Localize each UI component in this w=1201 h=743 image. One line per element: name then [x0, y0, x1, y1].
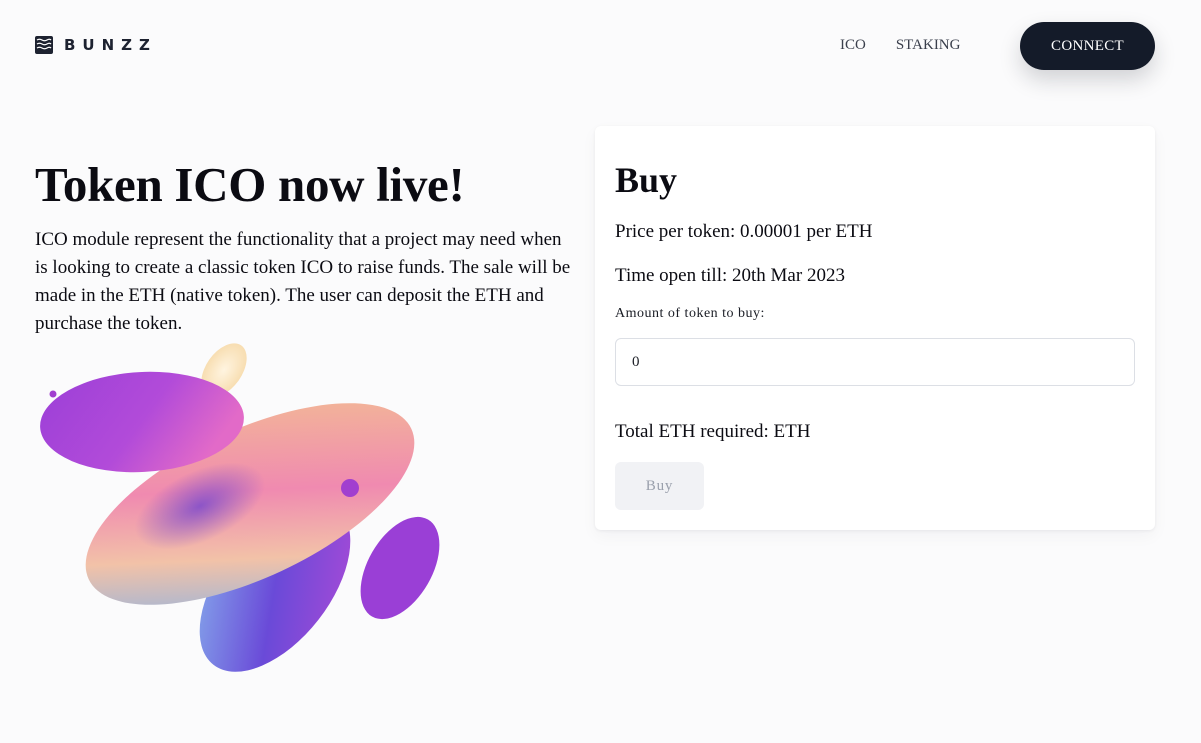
time-open-till: Time open till: 20th Mar 2023: [615, 265, 845, 286]
amount-label: Amount of token to buy:: [615, 306, 765, 321]
hero-description: ICO module represent the functionality t…: [35, 229, 571, 334]
page-title: Token ICO now live!: [35, 157, 465, 212]
hero-illustration: [40, 343, 440, 672]
nav-item-ico[interactable]: ICO: [840, 37, 866, 54]
connect-button[interactable]: CONNECT: [1020, 22, 1155, 70]
buy-card: Buy Price per token: 0.00001 per ETH Tim…: [595, 126, 1155, 530]
logo-text: BUNZZ: [64, 36, 157, 54]
amount-input[interactable]: [615, 338, 1135, 386]
nav-item-staking[interactable]: STAKING: [896, 37, 961, 54]
bunzz-logo-icon: [35, 36, 53, 54]
accent-dot: [341, 479, 359, 497]
buy-button[interactable]: Buy: [615, 462, 704, 510]
accent-dot: [49, 390, 57, 398]
logo[interactable]: BUNZZ: [35, 36, 157, 54]
buy-card-title: Buy: [615, 160, 678, 200]
small-purple-blob: [360, 516, 440, 620]
main-nav: ICO STAKING: [840, 37, 960, 54]
price-per-token: Price per token: 0.00001 per ETH: [615, 221, 873, 242]
total-eth-required: Total ETH required: ETH: [615, 421, 811, 442]
page: BUNZZ ICO STAKING CONNECT Token ICO now …: [0, 0, 1201, 743]
